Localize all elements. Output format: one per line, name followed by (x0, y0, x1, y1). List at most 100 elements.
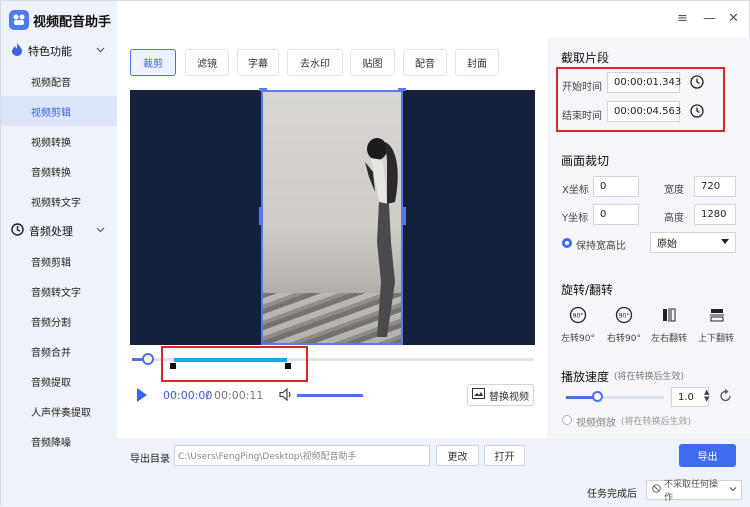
chevron-down-icon (729, 485, 737, 496)
replace-video-button[interactable]: 替换视频 (467, 384, 534, 406)
start-time-input[interactable]: 00:00:01.343 (607, 72, 681, 93)
video-preview[interactable] (130, 88, 535, 345)
crop-handle[interactable] (398, 88, 406, 91)
tab-label: 贴图 (362, 59, 383, 70)
output-path-field[interactable]: C:\Users\FengPing\Desktop\视频配音助手 (174, 445, 430, 466)
tab-subtitle[interactable]: 字幕 (237, 49, 279, 76)
crop-handle[interactable] (403, 207, 406, 225)
timeline-knob[interactable] (142, 353, 154, 365)
volume-icon[interactable] (279, 387, 293, 404)
image-icon (472, 388, 485, 402)
tab-dubbing[interactable]: 配音 (403, 49, 447, 76)
no-entry-icon (652, 484, 661, 496)
reset-icon[interactable] (719, 388, 733, 406)
export-button[interactable]: 导出 (679, 444, 736, 467)
ratio-value: 原始 (657, 239, 677, 250)
flip-vertical-icon[interactable] (709, 307, 725, 326)
crop-handle[interactable] (259, 88, 267, 91)
sidebar-item-audio-extract[interactable]: 音频提取 (1, 366, 117, 396)
caret-down-icon (721, 237, 729, 248)
export-label: 导出 (697, 452, 718, 463)
crop-handle[interactable] (259, 207, 262, 225)
sidebar-item-audio-split[interactable]: 音频分割 (1, 306, 117, 336)
tab-label: 去水印 (300, 59, 330, 70)
video-person-figure (365, 138, 398, 337)
sidebar-item-label: 音频剪辑 (31, 257, 71, 269)
crop-frame[interactable] (261, 90, 403, 345)
width-input[interactable]: 720 (694, 176, 736, 197)
speed-slider-knob[interactable] (592, 391, 603, 402)
sidebar-item-video-edit[interactable]: 视频剪辑 (1, 96, 117, 126)
sidebar-item-label: 人声伴奏提取 (31, 407, 91, 419)
rotate-right-icon[interactable]: 90° (615, 306, 633, 327)
crop-section-title: 画面裁切 (561, 154, 610, 168)
sidebar-item-audio-denoise[interactable]: 音频降噪 (1, 426, 117, 456)
x-label: X坐标 (562, 185, 589, 196)
rotate-left-label: 左转90° (561, 334, 595, 344)
minimize-icon[interactable]: — (703, 11, 716, 26)
app-title: 视频配音助手 (33, 14, 112, 30)
after-task-select[interactable]: 不采取任何操作 (646, 480, 742, 503)
time-separator: / (206, 389, 210, 402)
rotate-section-title: 旋转/翻转 (561, 283, 614, 297)
spinner-arrows-icon[interactable]: ▲ ▼ (704, 389, 709, 403)
tab-filter[interactable]: 滤镜 (185, 49, 229, 76)
rotate-left-icon[interactable]: 90° (569, 306, 587, 327)
x-input[interactable]: 0 (593, 176, 639, 197)
replace-video-label: 替换视频 (489, 391, 529, 403)
sidebar-item-audio-edit[interactable]: 音频剪辑 (1, 246, 117, 276)
tab-label: 封面 (467, 59, 487, 70)
total-time: 00:00:11 (214, 389, 264, 402)
tab-crop[interactable]: 裁剪 (130, 49, 176, 76)
nav-group-featured[interactable]: 特色功能 (11, 41, 107, 61)
output-dir-label: 导出目录 (130, 454, 170, 465)
y-input[interactable]: 0 (593, 204, 639, 225)
tab-cover[interactable]: 封面 (455, 49, 499, 76)
sidebar-item-audio-merge[interactable]: 音频合并 (1, 336, 117, 366)
keep-ratio-radio[interactable] (562, 238, 572, 248)
sidebar-item-vocal-extract[interactable]: 人声伴奏提取 (1, 396, 117, 426)
end-time-input[interactable]: 00:00:04.563 (607, 101, 682, 122)
tab-label: 配音 (415, 59, 435, 70)
sidebar: 视频配音助手 特色功能 视频配音 视频剪辑 视频转换 音频转换 视频转文字 音频… (1, 1, 117, 507)
svg-text:90°: 90° (573, 313, 584, 320)
sidebar-item-audio-convert[interactable]: 音频转换 (1, 156, 117, 186)
close-icon[interactable]: ✕ (728, 11, 739, 26)
ratio-select[interactable]: 原始 (650, 232, 736, 253)
tab-sticker[interactable]: 贴图 (350, 49, 395, 76)
highlight-box (161, 346, 308, 382)
clock-icon[interactable] (690, 104, 704, 118)
sidebar-item-audio-to-text[interactable]: 音频转文字 (1, 276, 117, 306)
menu-icon[interactable]: ≡ (677, 11, 688, 26)
open-dir-label: 打开 (494, 452, 515, 463)
output-path-value: C:\Users\FengPing\Desktop\视频配音助手 (178, 452, 357, 462)
nav-group-label: 音频处理 (29, 225, 73, 238)
speed-value: 1.0 (678, 391, 694, 403)
sidebar-item-label: 视频转换 (31, 137, 71, 149)
play-button[interactable] (137, 388, 147, 402)
height-input[interactable]: 1280 (694, 204, 736, 225)
nav-group-audio[interactable]: 音频处理 (11, 221, 107, 241)
chevron-down-icon (96, 225, 105, 237)
brand: 视频配音助手 (9, 9, 111, 31)
flip-vertical-label: 上下翻转 (698, 334, 735, 344)
flip-horizontal-icon[interactable] (661, 307, 677, 326)
open-dir-button[interactable]: 打开 (484, 445, 525, 466)
clock-icon[interactable] (690, 75, 704, 89)
width-label: 宽度 (664, 185, 684, 196)
nav-group-label: 特色功能 (28, 45, 72, 58)
sidebar-item-video-convert[interactable]: 视频转换 (1, 126, 117, 156)
clip-section-title: 截取片段 (561, 51, 610, 65)
change-dir-button[interactable]: 更改 (436, 445, 479, 466)
flame-icon (11, 43, 23, 59)
x-value: 0 (600, 181, 607, 192)
end-time-value: 00:00:04.563 (614, 106, 682, 117)
sidebar-item-video-dubbing[interactable]: 视频配音 (1, 66, 117, 96)
speed-note: (将在转换后生效) (614, 372, 685, 382)
after-task-value: 不采取任何操作 (664, 480, 719, 503)
sidebar-item-video-to-text[interactable]: 视频转文字 (1, 186, 117, 216)
tab-remove-watermark[interactable]: 去水印 (287, 49, 343, 76)
reverse-radio[interactable] (562, 415, 572, 425)
volume-slider[interactable] (297, 394, 363, 397)
sidebar-item-label: 音频降噪 (31, 437, 71, 449)
